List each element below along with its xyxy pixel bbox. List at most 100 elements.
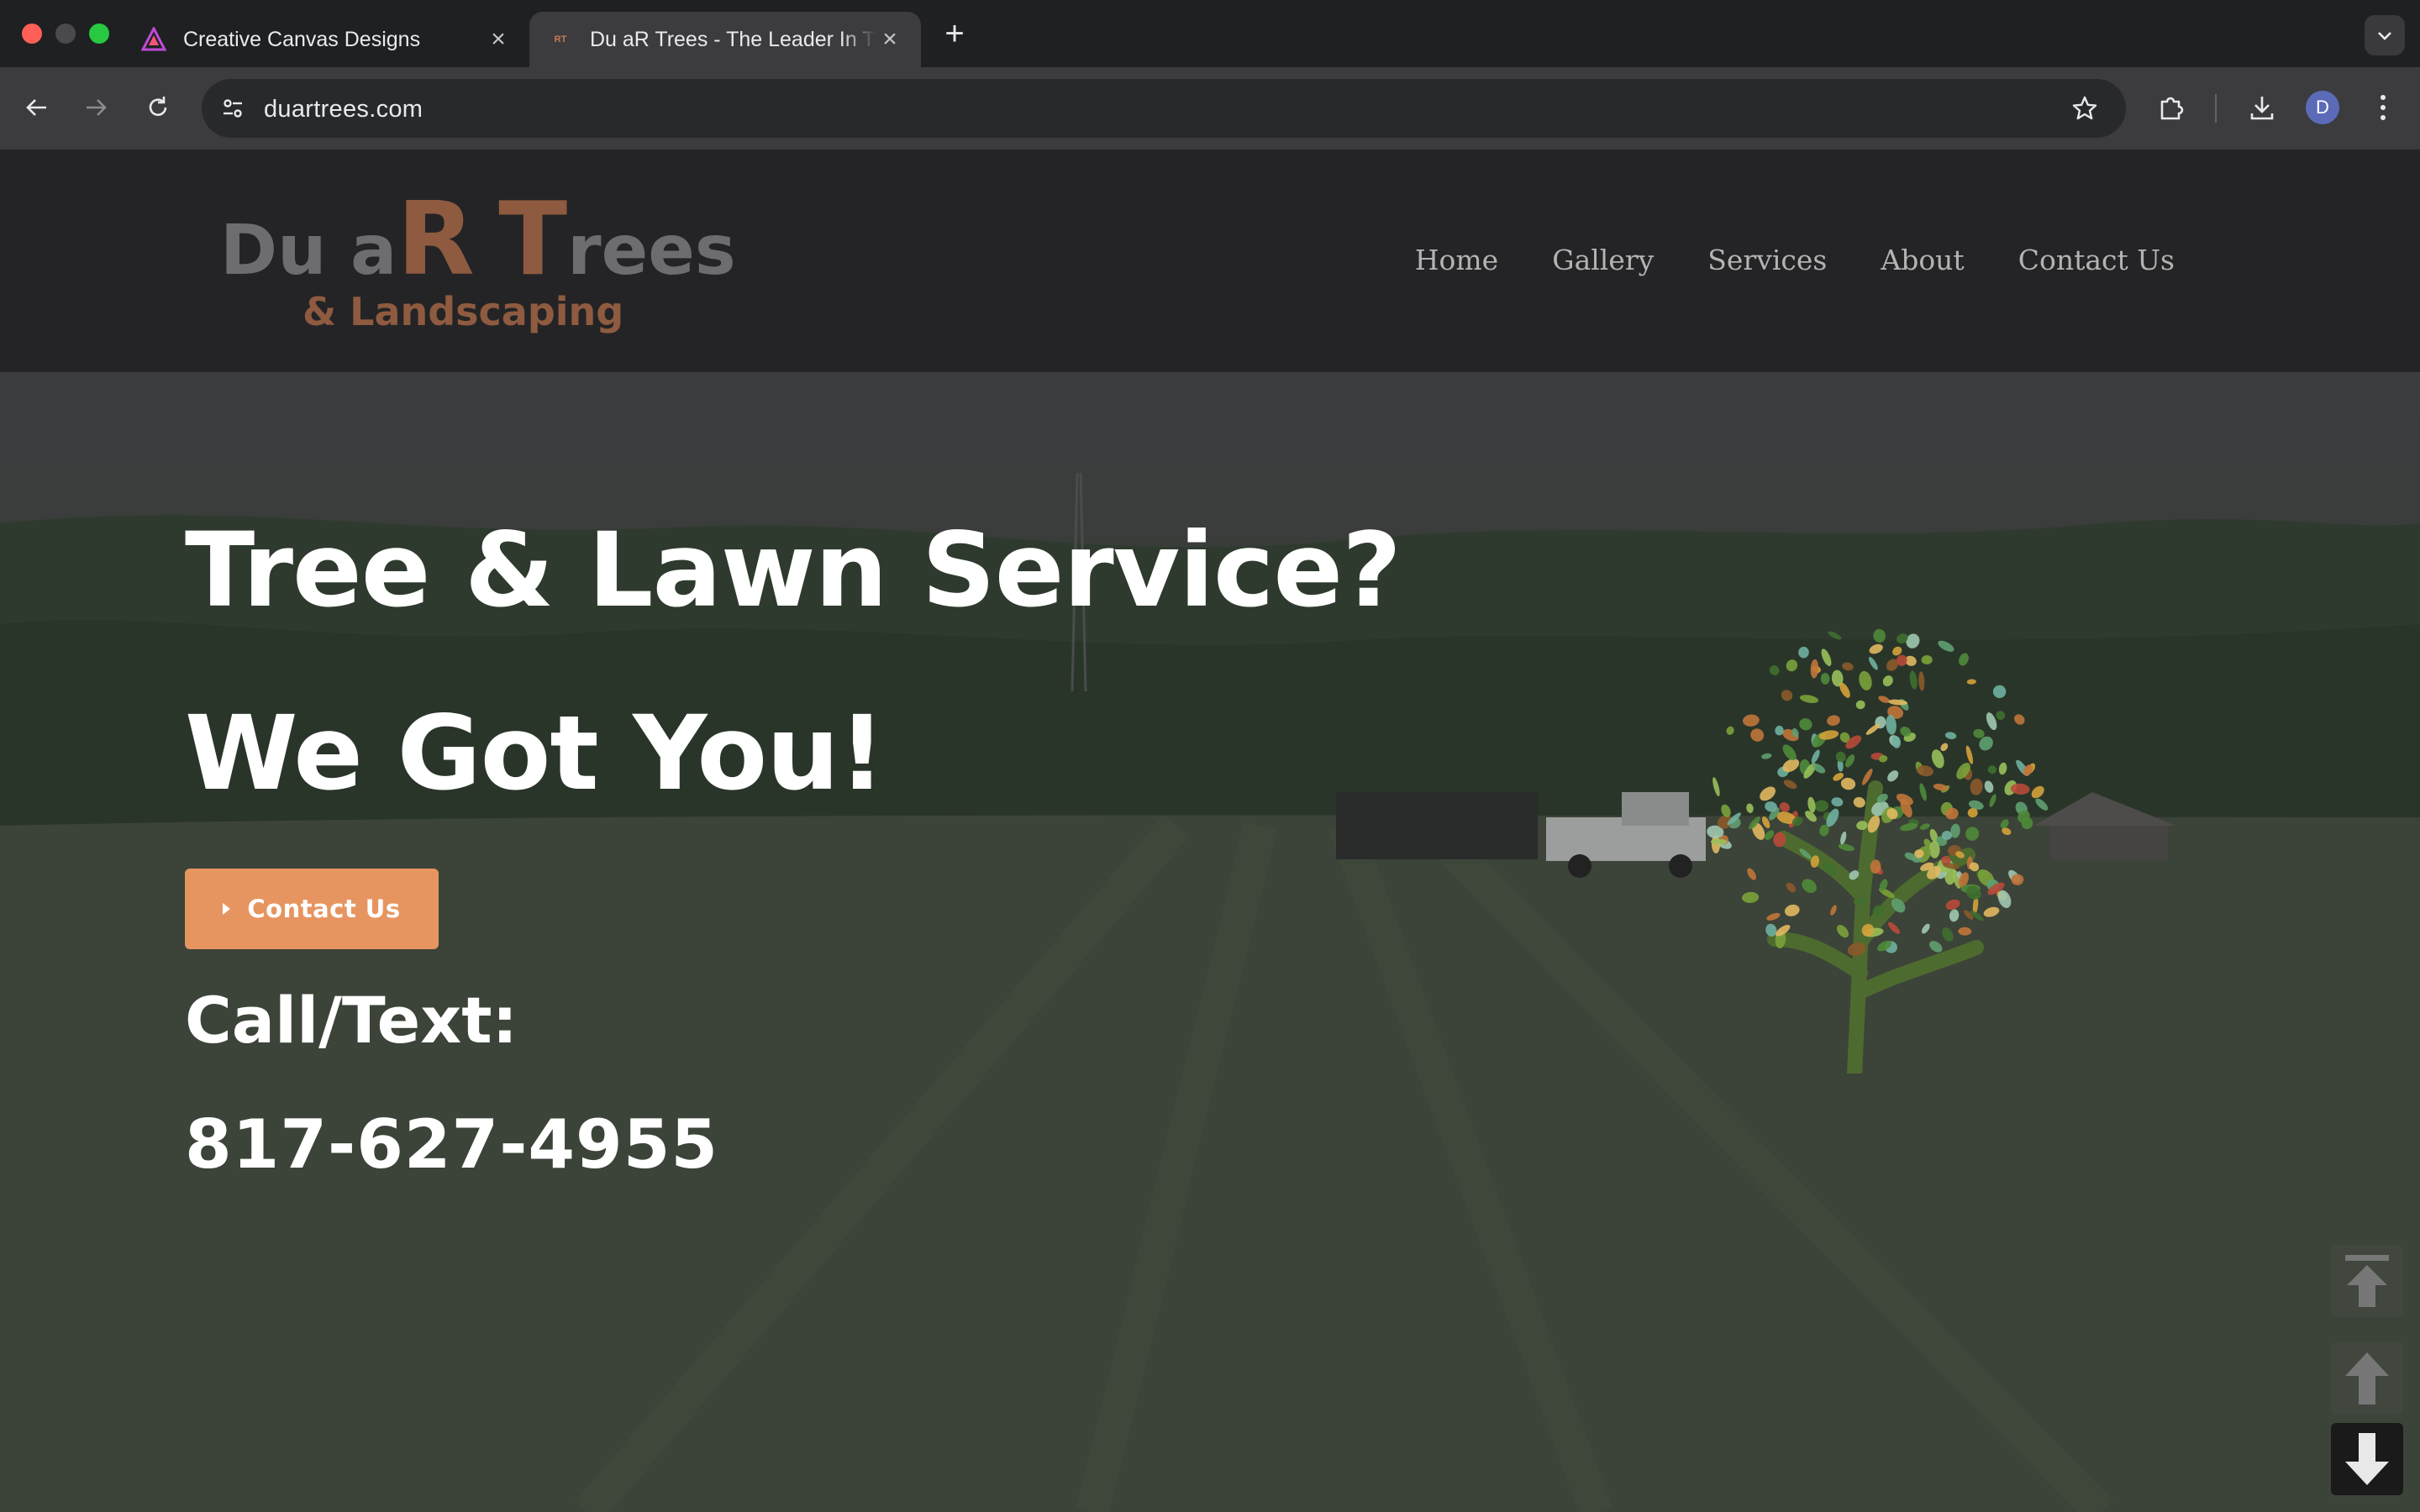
minimize-window-button[interactable]: [55, 24, 76, 44]
tree-leaf: [1938, 640, 1954, 652]
tree-leaf: [1996, 711, 2006, 720]
main-nav: Home Gallery Services About Contact Us: [1415, 244, 2175, 276]
url-text: duartrees.com: [264, 96, 424, 123]
tree-leaf: [1820, 673, 1830, 685]
kebab-menu-icon: [2381, 95, 2386, 120]
tree-leaf: [1842, 662, 1854, 671]
tree-leaf: [1750, 728, 1765, 742]
tree-leaf: [1859, 670, 1872, 690]
arrow-left-icon: [26, 99, 46, 116]
tree-leaf: [1983, 906, 2000, 917]
hero-headline: Tree & Lawn Service?: [185, 511, 1402, 630]
tree-leaf: [1855, 700, 1865, 710]
scroll-down-button[interactable]: [2331, 1423, 2403, 1495]
tab-search-button[interactable]: [2365, 15, 2405, 55]
tree-leaf: [1747, 868, 1756, 880]
star-icon: [2072, 96, 2097, 120]
tree-leaf: [1919, 783, 1927, 801]
rt-favicon-icon: RT: [548, 27, 573, 52]
tree-leaf: [1865, 723, 1881, 735]
arrow-right-icon: [87, 99, 107, 116]
logo-subtitle: & Landscaping: [302, 289, 624, 334]
tree-leaf: [1944, 732, 1957, 739]
new-tab-button[interactable]: +: [939, 15, 970, 52]
reload-button[interactable]: [138, 87, 178, 128]
tab-title: Du aR Trees - The Leader In Tree & Lawn …: [590, 27, 876, 51]
tree-leaf: [1970, 778, 1983, 795]
tree-leaf: [1821, 648, 1832, 667]
tree-leaf: [1992, 685, 2007, 699]
tree-leaf: [1998, 762, 2007, 775]
logo-text-part: R: [397, 181, 475, 298]
tree-leaf: [1779, 802, 1790, 812]
forward-button[interactable]: [76, 87, 116, 128]
tree-leaf: [1827, 715, 1840, 726]
tree-leaf: [1766, 912, 1781, 921]
maximize-window-button[interactable]: [89, 24, 109, 44]
tree-leaf: [1840, 831, 1847, 845]
tree-leaf: [1760, 786, 1776, 801]
tab-creative-canvas[interactable]: Creative Canvas Designs ×: [141, 12, 529, 67]
tree-leaf: [1784, 904, 1800, 916]
tune-icon: [224, 99, 242, 118]
logo-text-part: [475, 211, 499, 291]
tree-leaf: [1945, 899, 1960, 911]
chevron-down-icon: [2378, 32, 2391, 40]
downloads-button[interactable]: [2242, 87, 2282, 128]
nav-about[interactable]: About: [1881, 244, 1964, 276]
tree-leaf: [1712, 777, 1720, 797]
site-logo[interactable]: Du aR Trees & Landscaping: [220, 190, 736, 341]
tree-leaf: [1887, 921, 1901, 934]
browser-menu-button[interactable]: [2363, 87, 2403, 128]
address-bar[interactable]: duartrees.com: [202, 79, 2126, 138]
tree-leaf: [1726, 726, 1734, 735]
nav-gallery[interactable]: Gallery: [1552, 244, 1654, 276]
tab-title: Creative Canvas Designs: [183, 27, 421, 51]
back-button[interactable]: [17, 87, 57, 128]
tree-leaf: [1828, 631, 1842, 640]
tree-leaf: [1909, 670, 1918, 690]
scroll-to-top-button[interactable]: [2331, 1245, 2403, 1317]
tree-leaf: [1921, 654, 1933, 665]
tree-leaf: [1958, 927, 1972, 936]
tab-duartrees[interactable]: RT Du aR Trees - The Leader In Tree & La…: [529, 12, 921, 67]
tree-leaf: [1965, 745, 1974, 764]
toolbar-separator: [2215, 94, 2217, 123]
tree-leaf: [1781, 690, 1793, 701]
close-tab-icon[interactable]: ×: [486, 27, 511, 52]
tree-leaf: [1931, 749, 1944, 769]
tree-leaf: [1949, 909, 1960, 922]
tree-leaf: [1906, 633, 1920, 648]
profile-avatar[interactable]: D: [2306, 91, 2339, 124]
rt-favicon-text: RT: [554, 34, 567, 45]
phone-number[interactable]: 817-627-4955: [185, 1105, 718, 1184]
nav-home[interactable]: Home: [1415, 244, 1498, 276]
tree-leaf: [1987, 765, 1996, 774]
tree-leaf: [1965, 827, 1980, 841]
extensions-button[interactable]: [2151, 87, 2191, 128]
site-info-button[interactable]: [213, 89, 252, 128]
tree-leaf: [1798, 646, 1809, 659]
scroll-up-button[interactable]: [2331, 1342, 2403, 1415]
tree-leaf: [1761, 753, 1772, 759]
nav-services[interactable]: Services: [1707, 244, 1827, 276]
creative-canvas-favicon-icon: [141, 27, 166, 52]
reload-icon: [149, 97, 167, 116]
tree-leaf: [1802, 879, 1817, 894]
tree-leaf: [1966, 679, 1976, 685]
close-tab-icon[interactable]: ×: [877, 27, 902, 52]
nav-contact-us[interactable]: Contact Us: [2018, 244, 2175, 276]
logo-text-part: Du a: [220, 211, 397, 291]
browser-toolbar: duartrees.com D: [0, 67, 2420, 150]
tree-leaf: [1742, 891, 1760, 903]
tree-leaf: [1810, 659, 1819, 679]
tree-leaf: [1769, 665, 1780, 675]
tree-leaf: [1786, 659, 1798, 672]
tree-leaf: [1959, 653, 1969, 666]
tree-leaf: [1973, 728, 1985, 738]
contact-us-button[interactable]: Contact Us: [185, 869, 439, 949]
tree-leaf: [1783, 780, 1797, 790]
tree-leaf: [1940, 743, 1949, 752]
close-window-button[interactable]: [22, 24, 42, 44]
bookmark-star-button[interactable]: [2067, 91, 2102, 126]
